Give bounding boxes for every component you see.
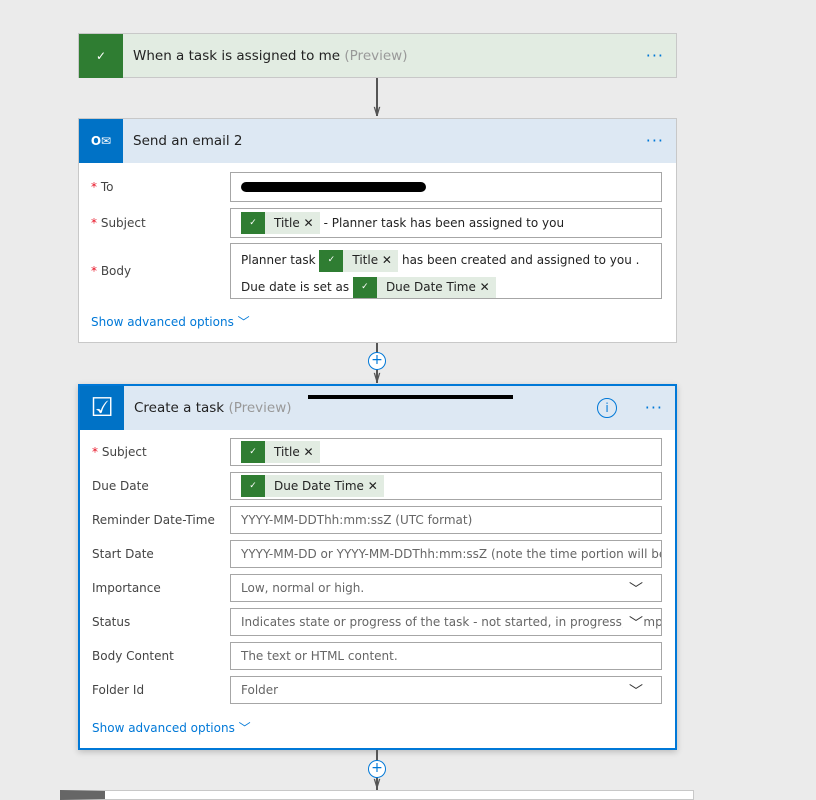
- next-card[interactable]: [60, 790, 694, 800]
- subject-input[interactable]: ✓ Title ✕ - Planner task has been assigne…: [230, 208, 662, 238]
- arrow-down-icon: ∨: [371, 369, 383, 385]
- body-input[interactable]: Planner task ✓ Title ✕ has been created an…: [230, 243, 662, 299]
- subject-text: - Planner task has been assigned to you: [323, 216, 565, 230]
- planner-icon: ✓: [79, 34, 123, 78]
- subject-label: * Subject: [91, 216, 146, 230]
- more-options-button[interactable]: ···: [646, 46, 664, 65]
- placeholder: Low, normal or high.: [241, 581, 365, 595]
- dropdown-importance[interactable]: Low, normal or high. ﹀: [230, 574, 662, 602]
- checkbox-icon: ☑: [80, 386, 124, 430]
- dropdown-status[interactable]: Indicates state or progress of the task …: [230, 608, 662, 636]
- field-label: Body Content: [92, 649, 174, 663]
- field-label: Importance: [92, 581, 161, 595]
- due-date-token[interactable]: ✓ Due Date Time ✕: [352, 276, 496, 298]
- create-task-card: ☑ Create a task (Preview) i ··· * Subjec…: [78, 384, 677, 750]
- field-label: Start Date: [92, 547, 154, 561]
- field-label: Reminder Date-Time: [92, 513, 215, 527]
- input-reminder-date-time[interactable]: YYYY-MM-DDThh:mm:ssZ (UTC format): [230, 506, 662, 534]
- field-label: * Subject: [92, 445, 147, 459]
- placeholder: Folder: [241, 683, 279, 697]
- token[interactable]: ✓ Title ✕: [241, 441, 320, 463]
- input-due-date[interactable]: ✓ Due Date Time ✕: [230, 472, 662, 500]
- remove-token-icon: ✕: [303, 445, 314, 459]
- info-icon[interactable]: i: [597, 398, 617, 418]
- placeholder: YYYY-MM-DD or YYYY-MM-DDThh:mm:ssZ (note…: [241, 547, 661, 561]
- placeholder: Indicates state or progress of the task …: [241, 615, 662, 629]
- title-token[interactable]: ✓ Title ✕: [241, 212, 320, 234]
- input-body-content[interactable]: The text or HTML content.: [230, 642, 662, 670]
- token[interactable]: ✓ Due Date Time ✕: [241, 475, 384, 497]
- placeholder: YYYY-MM-DDThh:mm:ssZ (UTC format): [241, 513, 473, 527]
- to-label: * To: [91, 180, 114, 194]
- title-token[interactable]: ✓ Title ✕: [319, 249, 398, 272]
- field-label: Folder Id: [92, 683, 145, 697]
- show-advanced-options-link[interactable]: Show advanced options ﹀: [91, 313, 250, 330]
- planner-icon: ✓: [241, 441, 265, 463]
- arrow-down-icon: ∨: [371, 775, 383, 791]
- more-options-button[interactable]: ···: [646, 131, 664, 150]
- input-start-date[interactable]: YYYY-MM-DD or YYYY-MM-DDThh:mm:ssZ (note…: [230, 540, 662, 568]
- trigger-card[interactable]: ✓ When a task is assigned to me (Preview…: [78, 33, 677, 78]
- input-subject[interactable]: ✓ Title ✕: [230, 438, 662, 466]
- redaction-bar: [308, 395, 513, 399]
- planner-icon: ✓: [241, 212, 265, 234]
- more-options-button[interactable]: ···: [645, 398, 663, 417]
- placeholder: The text or HTML content.: [241, 649, 398, 663]
- remove-token-icon: ✕: [367, 479, 378, 493]
- email-title: Send an email 2: [133, 133, 243, 149]
- planner-icon: ✓: [241, 475, 265, 497]
- remove-token-icon[interactable]: ✕: [304, 216, 314, 230]
- body-label: * Body: [91, 264, 132, 278]
- chevron-down-icon[interactable]: ﹀: [623, 613, 643, 633]
- trigger-title: When a task is assigned to me: [133, 48, 341, 64]
- redacted-email: [241, 182, 426, 192]
- task-title: Create a task: [134, 400, 225, 416]
- to-input[interactable]: [230, 172, 662, 202]
- field-label: Status: [92, 615, 131, 629]
- dropdown-folder-id[interactable]: Folder ﹀: [230, 676, 662, 704]
- send-email-card: O✉ Send an email 2 ··· * To * Subject ✓ T…: [78, 118, 677, 343]
- arrow-down-icon: ∨: [371, 103, 383, 119]
- chevron-down-icon[interactable]: ﹀: [623, 681, 643, 701]
- add-step-button[interactable]: +: [368, 352, 386, 370]
- show-advanced-options-link[interactable]: Show advanced options ﹀: [92, 719, 251, 736]
- field-label: Due Date: [92, 479, 149, 493]
- preview-label: (Preview): [344, 48, 408, 64]
- outlook-icon: O✉: [79, 119, 123, 163]
- chevron-down-icon[interactable]: ﹀: [623, 579, 643, 599]
